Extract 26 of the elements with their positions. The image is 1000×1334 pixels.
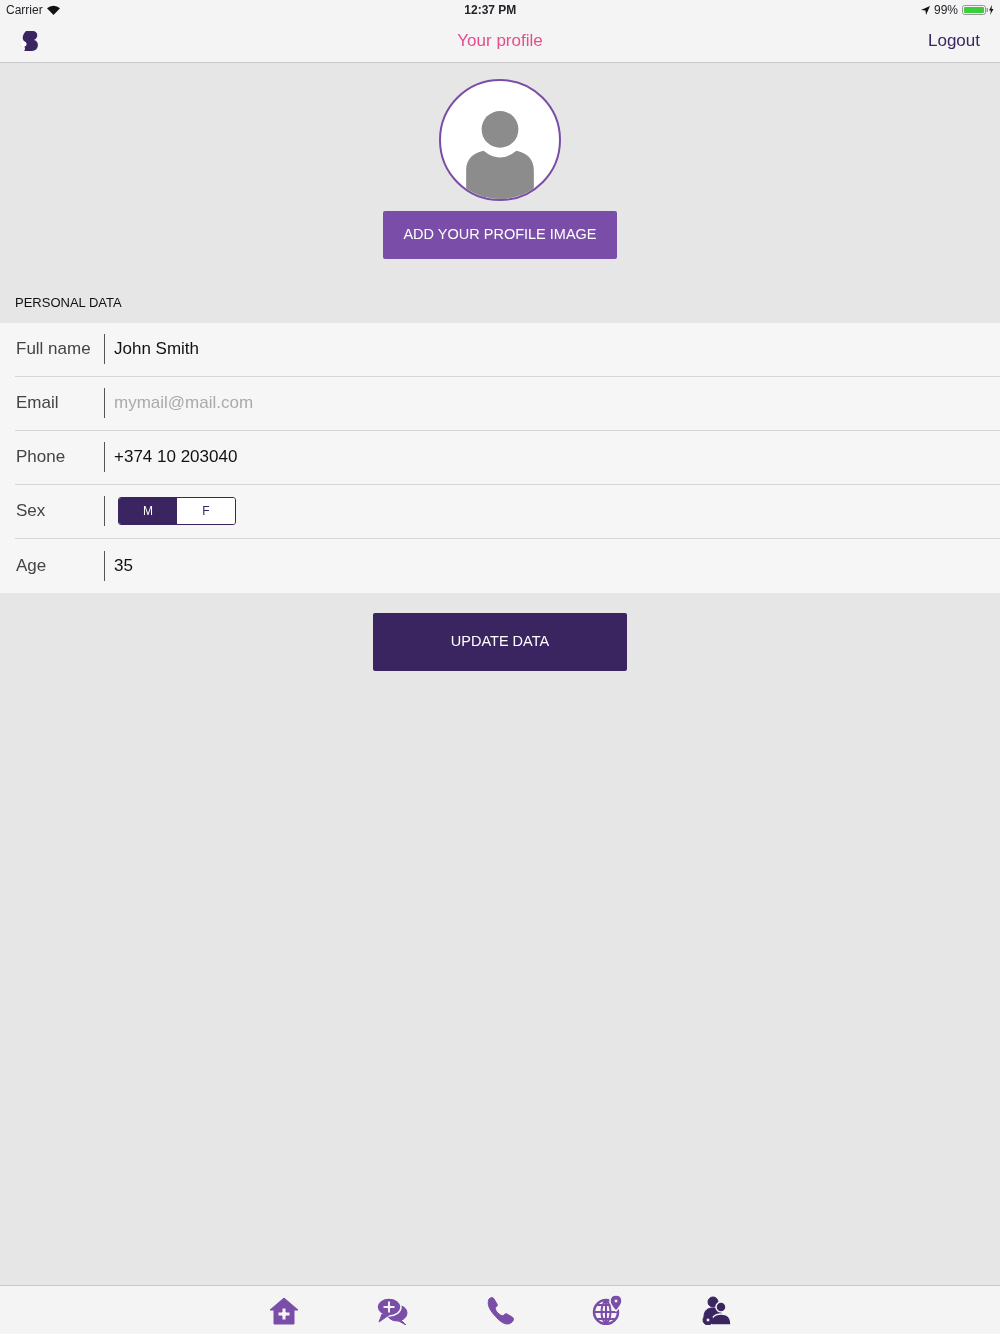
globe-pin-icon <box>592 1295 624 1325</box>
house-plus-icon <box>268 1295 300 1325</box>
section-title: PERSONAL DATA <box>15 295 122 310</box>
field-label: Full name <box>15 338 92 361</box>
input-field[interactable]: 35 <box>114 552 1000 579</box>
field-label: Sex <box>15 500 47 523</box>
users-gear-icon <box>700 1295 732 1325</box>
battery-icon <box>962 5 994 15</box>
speech-bubbles-icon <box>376 1295 408 1325</box>
input-field[interactable]: +374 10 203040 <box>114 444 1000 470</box>
segment-option[interactable]: M <box>119 498 177 524</box>
input-field[interactable]: mymail@mail.com <box>114 390 1000 416</box>
segment-option[interactable]: F <box>177 498 235 524</box>
input-field[interactable]: John Smith <box>114 336 1000 362</box>
field-label: Age <box>15 554 48 577</box>
update-data-button[interactable]: UPDATE DATA <box>373 612 627 671</box>
field-label: Phone <box>15 446 67 469</box>
logout-button[interactable]: Logout <box>928 28 980 54</box>
location-arrow-icon <box>920 5 930 15</box>
battery-percent: 99% <box>933 2 958 19</box>
clock-time: 12:37 PM <box>464 2 517 19</box>
add-profile-image-button[interactable]: ADD YOUR PROFILE IMAGE <box>383 211 617 259</box>
carrier-name: Carrier <box>6 2 43 19</box>
wifi-icon <box>46 5 60 15</box>
screen-title: Your profile <box>457 31 543 51</box>
field-label: Email <box>15 392 60 415</box>
